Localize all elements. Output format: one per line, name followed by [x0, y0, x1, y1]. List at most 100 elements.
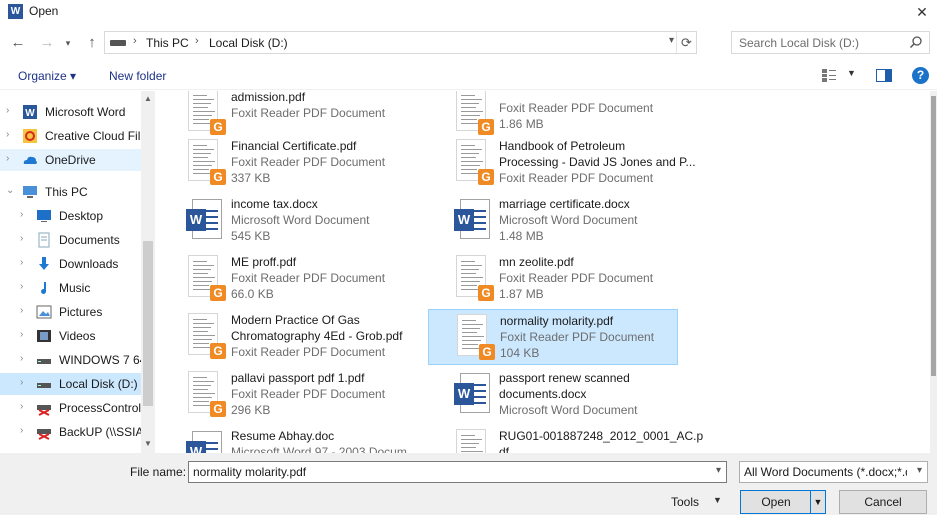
file-item[interactable]: Wmarriage certificate.docx Microsoft Word…	[428, 193, 678, 249]
address-bar[interactable]: › This PC › Local Disk (D:) ▾ ⟳	[104, 31, 697, 54]
chevron-down-icon[interactable]: ⌄	[6, 185, 14, 196]
chevron-right-icon[interactable]: ›	[20, 401, 23, 412]
chevron-right-icon[interactable]: ›	[6, 129, 9, 140]
file-item[interactable]: G Handbook of Petroleum Processing - David…	[428, 135, 696, 191]
word-icon: W	[186, 209, 206, 231]
open-options-dropdown[interactable]: ▼	[810, 491, 825, 513]
sidebar-item-label: Music	[59, 281, 91, 295]
sidebar-item-backup-ssian[interactable]: › BackUP (\\SSIAN	[0, 421, 141, 443]
sidebar-item-music[interactable]: › Music	[0, 277, 141, 299]
forward-button[interactable]: →	[37, 33, 57, 53]
word-icon: W	[186, 441, 206, 453]
file-item[interactable]: Gpallavi passport pdf 1.pdf Foxit Reader …	[160, 367, 410, 423]
file-name: admission.pdf	[231, 91, 306, 104]
word-document-icon: W	[186, 429, 222, 453]
preview-pane-icon[interactable]	[876, 69, 892, 82]
search-input[interactable]: Search Local Disk (D:)	[731, 31, 930, 54]
word-icon: W	[454, 383, 474, 405]
file-size: 296 KB	[231, 403, 271, 417]
chevron-down-icon[interactable]: ▾	[917, 465, 922, 476]
sidebar-item-label: WINDOWS 7 64 I	[59, 353, 141, 367]
file-item[interactable]: Gadmission.pdf Foxit Reader PDF Document	[160, 91, 410, 141]
chevron-right-icon[interactable]: ›	[20, 233, 23, 244]
command-bar: Organize ▾ New folder ▼ ?	[0, 62, 937, 90]
chevron-down-icon[interactable]: ▾	[716, 465, 721, 476]
tools-dropdown-icon[interactable]: ▼	[713, 495, 722, 505]
recent-locations-button[interactable]: ▾	[58, 33, 78, 53]
tools-button[interactable]: Tools	[671, 495, 699, 509]
view-options-dropdown[interactable]: ▼	[847, 68, 856, 78]
file-item[interactable]: G Modern Practice Of Gas Chromatography 4E…	[160, 309, 410, 365]
scrollbar-thumb[interactable]	[931, 96, 936, 376]
breadcrumb-separator[interactable]: ›	[195, 35, 199, 47]
change-view-icon[interactable]	[822, 69, 836, 82]
sidebar-item-pictures[interactable]: › Pictures	[0, 301, 141, 323]
chevron-right-icon[interactable]: ›	[20, 305, 23, 316]
chevron-right-icon[interactable]: ›	[20, 425, 23, 436]
scrollbar-thumb[interactable]	[143, 241, 153, 406]
file-item[interactable]: G Foxit Reader PDF Document 1.86 MB	[428, 91, 678, 141]
sidebar-item-microsoft-word[interactable]: › W Microsoft Word	[0, 101, 141, 123]
file-type-filter[interactable]: All Word Documents (*.docx;*.docm;*.dotx…	[739, 461, 928, 483]
file-item[interactable]: G Financial Certificate.pdf Foxit Reader P…	[160, 135, 410, 191]
sidebar-item-windows-7-64-i[interactable]: › WINDOWS 7 64 I	[0, 349, 141, 371]
file-name: ME proff.pdf	[231, 255, 297, 269]
file-item[interactable]: W Resume Abhay.doc Microsoft Word 97 - 200…	[160, 425, 417, 453]
up-button[interactable]: ↑	[82, 33, 102, 53]
file-item[interactable]: G RUG01-001887248_2012_0001_AC.pdf	[428, 425, 703, 453]
file-item[interactable]: Wpassport renew scanned documents.docx Mic…	[428, 367, 678, 423]
pictures-icon	[36, 305, 52, 319]
file-name-combobox[interactable]: normality molarity.pdf ▾	[188, 461, 727, 483]
file-item[interactable]: Gnormality molarity.pdf Foxit Reader PDF …	[428, 309, 678, 365]
sidebar-item-local-disk-d[interactable]: › Local Disk (D:)	[0, 373, 141, 395]
sidebar-item-downloads[interactable]: › Downloads	[0, 253, 141, 275]
word-icon: W	[8, 4, 23, 19]
refresh-button[interactable]: ⟳	[676, 32, 696, 53]
file-name-continued: documents.docx	[499, 387, 587, 401]
sidebar-item-label: Creative Cloud Fil	[45, 129, 141, 143]
organize-button[interactable]: Organize ▾	[18, 69, 76, 83]
file-item[interactable]: Wincome tax.docx Microsoft Word Document 5…	[160, 193, 410, 249]
file-name-input[interactable]: normality molarity.pdf	[193, 465, 306, 479]
chevron-down-icon[interactable]: ▾	[669, 35, 674, 46]
sidebar-item-processcontrol[interactable]: › ProcessControl-	[0, 397, 141, 419]
file-type: Foxit Reader PDF Document	[231, 387, 386, 401]
file-size: 1.48 MB	[499, 229, 544, 243]
pdf-thumbnail: G	[454, 255, 494, 301]
sidebar-item-videos[interactable]: › Videos	[0, 325, 141, 347]
navigation-scrollbar[interactable]: ▲ ▼	[141, 91, 155, 453]
scroll-down-arrow[interactable]: ▼	[141, 439, 155, 448]
sidebar-item-label: Desktop	[59, 209, 104, 223]
scroll-up-arrow[interactable]: ▲	[141, 94, 155, 103]
help-icon[interactable]: ?	[912, 67, 929, 84]
chevron-right-icon[interactable]: ›	[6, 105, 9, 116]
chevron-right-icon[interactable]: ›	[20, 257, 23, 268]
chevron-right-icon[interactable]: ›	[20, 377, 23, 388]
sidebar-item-creative-cloud-fil[interactable]: › Creative Cloud Fil	[0, 125, 141, 147]
sidebar-item-desktop[interactable]: › Desktop	[0, 205, 141, 227]
file-item[interactable]: Gmn zeolite.pdf Foxit Reader PDF Document…	[428, 251, 678, 307]
file-list-scrollbar[interactable]	[930, 91, 937, 453]
chevron-right-icon[interactable]: ›	[6, 153, 9, 164]
cancel-button[interactable]: Cancel	[839, 490, 927, 514]
breadcrumb-separator[interactable]: ›	[133, 35, 137, 47]
documents-icon	[38, 232, 50, 248]
breadcrumb-this-pc[interactable]: This PC	[146, 36, 189, 50]
back-button[interactable]: ←	[8, 33, 28, 53]
new-folder-button[interactable]: New folder	[109, 69, 166, 83]
file-item[interactable]: G ME proff.pdf Foxit Reader PDF Document 66…	[160, 251, 410, 307]
chevron-right-icon[interactable]: ›	[20, 209, 23, 220]
chevron-right-icon[interactable]: ›	[20, 329, 23, 340]
open-button[interactable]: Open ▼	[740, 490, 826, 514]
breadcrumb-local-disk[interactable]: Local Disk (D:)	[209, 36, 288, 50]
chevron-right-icon[interactable]: ›	[20, 353, 23, 364]
close-button[interactable]: ✕	[907, 0, 937, 24]
sidebar-item-label: Pictures	[59, 305, 103, 319]
sidebar-item-documents[interactable]: › Documents	[0, 229, 141, 251]
drive-icon	[110, 40, 126, 46]
chevron-right-icon[interactable]: ›	[20, 281, 23, 292]
sidebar-item-this-pc[interactable]: ⌄ This PC	[0, 181, 141, 203]
sidebar-item-onedrive[interactable]: › OneDrive	[0, 149, 141, 171]
foxit-icon: G	[210, 401, 226, 417]
pdf-thumbnail: G	[455, 314, 495, 360]
